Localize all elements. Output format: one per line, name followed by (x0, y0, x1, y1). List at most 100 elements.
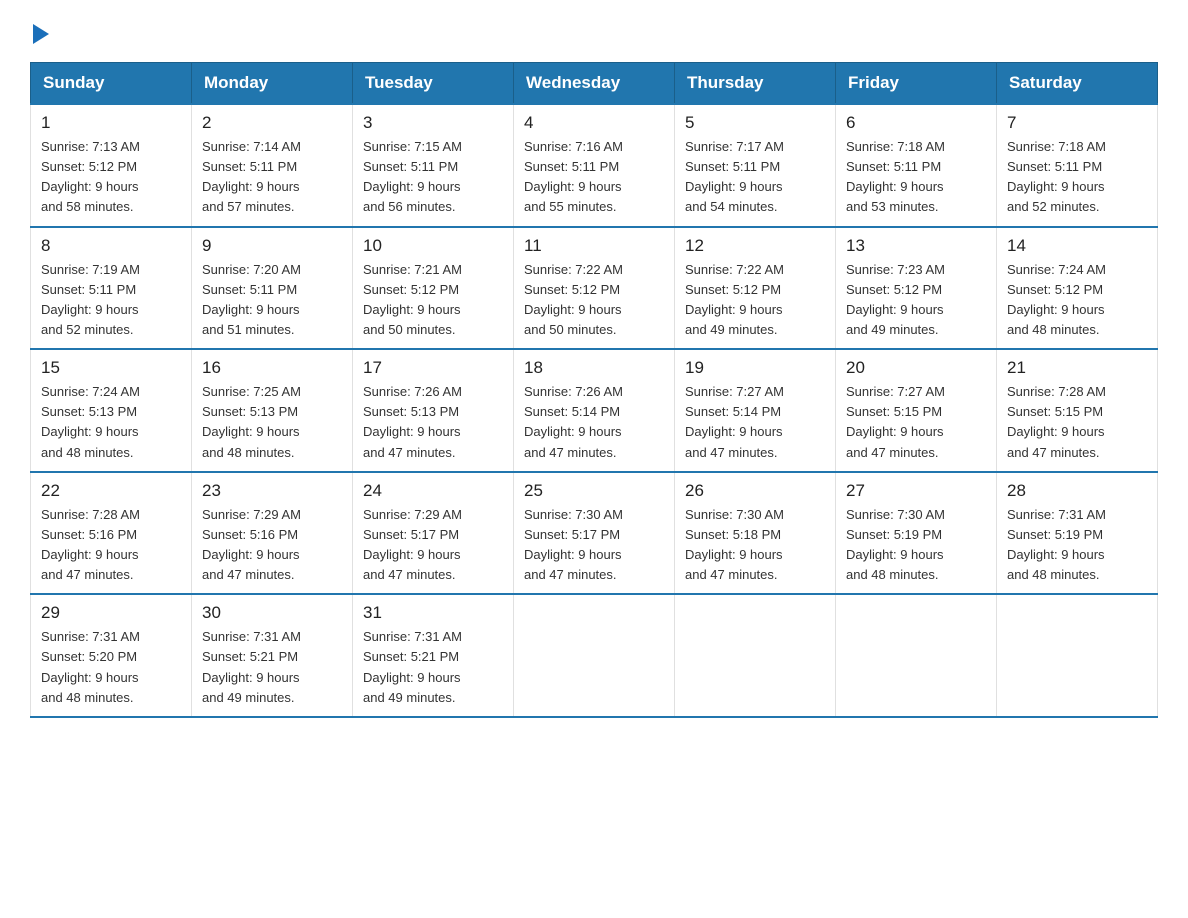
day-info: Sunrise: 7:28 AMSunset: 5:16 PMDaylight:… (41, 505, 181, 586)
calendar-day-cell: 24 Sunrise: 7:29 AMSunset: 5:17 PMDayligh… (353, 472, 514, 595)
calendar-header-monday: Monday (192, 63, 353, 105)
calendar-day-cell: 31 Sunrise: 7:31 AMSunset: 5:21 PMDayligh… (353, 594, 514, 717)
day-number: 15 (41, 358, 181, 378)
day-info: Sunrise: 7:13 AMSunset: 5:12 PMDaylight:… (41, 137, 181, 218)
day-number: 14 (1007, 236, 1147, 256)
calendar-header-row: SundayMondayTuesdayWednesdayThursdayFrid… (31, 63, 1158, 105)
day-info: Sunrise: 7:25 AMSunset: 5:13 PMDaylight:… (202, 382, 342, 463)
calendar-day-cell: 4Sunrise: 7:16 AMSunset: 5:11 PMDaylight… (514, 104, 675, 227)
day-info: Sunrise: 7:30 AMSunset: 5:17 PMDaylight:… (524, 505, 664, 586)
day-number: 12 (685, 236, 825, 256)
day-number: 10 (363, 236, 503, 256)
calendar-day-cell: 19 Sunrise: 7:27 AMSunset: 5:14 PMDayligh… (675, 349, 836, 472)
calendar-header-wednesday: Wednesday (514, 63, 675, 105)
day-number: 20 (846, 358, 986, 378)
day-info: Sunrise: 7:21 AMSunset: 5:12 PMDaylight:… (363, 260, 503, 341)
page-header (30, 20, 1158, 42)
calendar-header-tuesday: Tuesday (353, 63, 514, 105)
day-number: 28 (1007, 481, 1147, 501)
day-number: 27 (846, 481, 986, 501)
day-number: 1 (41, 113, 181, 133)
day-number: 31 (363, 603, 503, 623)
calendar-day-cell: 15 Sunrise: 7:24 AMSunset: 5:13 PMDayligh… (31, 349, 192, 472)
logo (30, 20, 49, 42)
calendar-empty-cell (675, 594, 836, 717)
day-number: 4 (524, 113, 664, 133)
calendar-day-cell: 16 Sunrise: 7:25 AMSunset: 5:13 PMDayligh… (192, 349, 353, 472)
day-number: 24 (363, 481, 503, 501)
day-info: Sunrise: 7:20 AMSunset: 5:11 PMDaylight:… (202, 260, 342, 341)
day-number: 6 (846, 113, 986, 133)
calendar-day-cell: 11 Sunrise: 7:22 AMSunset: 5:12 PMDayligh… (514, 227, 675, 350)
calendar-day-cell: 3 Sunrise: 7:15 AMSunset: 5:11 PMDaylight… (353, 104, 514, 227)
calendar-day-cell: 8Sunrise: 7:19 AMSunset: 5:11 PMDaylight… (31, 227, 192, 350)
day-info: Sunrise: 7:31 AMSunset: 5:19 PMDaylight:… (1007, 505, 1147, 586)
calendar-day-cell: 28 Sunrise: 7:31 AMSunset: 5:19 PMDayligh… (997, 472, 1158, 595)
day-number: 9 (202, 236, 342, 256)
day-number: 26 (685, 481, 825, 501)
day-info: Sunrise: 7:24 AMSunset: 5:13 PMDaylight:… (41, 382, 181, 463)
calendar-day-cell: 25Sunrise: 7:30 AMSunset: 5:17 PMDayligh… (514, 472, 675, 595)
day-number: 7 (1007, 113, 1147, 133)
day-info: Sunrise: 7:31 AMSunset: 5:21 PMDaylight:… (363, 627, 503, 708)
calendar-day-cell: 13Sunrise: 7:23 AMSunset: 5:12 PMDayligh… (836, 227, 997, 350)
calendar-week-row: 8Sunrise: 7:19 AMSunset: 5:11 PMDaylight… (31, 227, 1158, 350)
day-number: 21 (1007, 358, 1147, 378)
day-info: Sunrise: 7:17 AMSunset: 5:11 PMDaylight:… (685, 137, 825, 218)
day-number: 8 (41, 236, 181, 256)
day-info: Sunrise: 7:26 AMSunset: 5:14 PMDaylight:… (524, 382, 664, 463)
day-number: 23 (202, 481, 342, 501)
day-number: 30 (202, 603, 342, 623)
calendar-week-row: 22 Sunrise: 7:28 AMSunset: 5:16 PMDayligh… (31, 472, 1158, 595)
calendar-week-row: 29 Sunrise: 7:31 AMSunset: 5:20 PMDayligh… (31, 594, 1158, 717)
day-info: Sunrise: 7:27 AMSunset: 5:15 PMDaylight:… (846, 382, 986, 463)
calendar-week-row: 15 Sunrise: 7:24 AMSunset: 5:13 PMDayligh… (31, 349, 1158, 472)
calendar-day-cell: 21 Sunrise: 7:28 AMSunset: 5:15 PMDayligh… (997, 349, 1158, 472)
day-number: 3 (363, 113, 503, 133)
calendar-header-friday: Friday (836, 63, 997, 105)
day-info: Sunrise: 7:30 AMSunset: 5:19 PMDaylight:… (846, 505, 986, 586)
calendar-header-saturday: Saturday (997, 63, 1158, 105)
calendar-day-cell: 20 Sunrise: 7:27 AMSunset: 5:15 PMDayligh… (836, 349, 997, 472)
calendar-day-cell: 1 Sunrise: 7:13 AMSunset: 5:12 PMDaylight… (31, 104, 192, 227)
calendar-day-cell: 22 Sunrise: 7:28 AMSunset: 5:16 PMDayligh… (31, 472, 192, 595)
day-info: Sunrise: 7:31 AMSunset: 5:21 PMDaylight:… (202, 627, 342, 708)
calendar-header-thursday: Thursday (675, 63, 836, 105)
calendar-day-cell: 27 Sunrise: 7:30 AMSunset: 5:19 PMDayligh… (836, 472, 997, 595)
day-info: Sunrise: 7:30 AMSunset: 5:18 PMDaylight:… (685, 505, 825, 586)
day-number: 17 (363, 358, 503, 378)
day-number: 5 (685, 113, 825, 133)
calendar-empty-cell (997, 594, 1158, 717)
day-info: Sunrise: 7:29 AMSunset: 5:17 PMDaylight:… (363, 505, 503, 586)
day-info: Sunrise: 7:28 AMSunset: 5:15 PMDaylight:… (1007, 382, 1147, 463)
calendar-day-cell: 2Sunrise: 7:14 AMSunset: 5:11 PMDaylight… (192, 104, 353, 227)
calendar-empty-cell (836, 594, 997, 717)
day-number: 11 (524, 236, 664, 256)
calendar-day-cell: 18 Sunrise: 7:26 AMSunset: 5:14 PMDayligh… (514, 349, 675, 472)
calendar-day-cell: 6Sunrise: 7:18 AMSunset: 5:11 PMDaylight… (836, 104, 997, 227)
calendar-day-cell: 23 Sunrise: 7:29 AMSunset: 5:16 PMDayligh… (192, 472, 353, 595)
day-number: 2 (202, 113, 342, 133)
day-info: Sunrise: 7:18 AMSunset: 5:11 PMDaylight:… (1007, 137, 1147, 218)
calendar-day-cell: 10 Sunrise: 7:21 AMSunset: 5:12 PMDayligh… (353, 227, 514, 350)
calendar-day-cell: 9 Sunrise: 7:20 AMSunset: 5:11 PMDaylight… (192, 227, 353, 350)
day-number: 19 (685, 358, 825, 378)
calendar-day-cell: 29 Sunrise: 7:31 AMSunset: 5:20 PMDayligh… (31, 594, 192, 717)
day-number: 22 (41, 481, 181, 501)
calendar-day-cell: 26 Sunrise: 7:30 AMSunset: 5:18 PMDayligh… (675, 472, 836, 595)
calendar-day-cell: 7 Sunrise: 7:18 AMSunset: 5:11 PMDaylight… (997, 104, 1158, 227)
day-info: Sunrise: 7:29 AMSunset: 5:16 PMDaylight:… (202, 505, 342, 586)
calendar-day-cell: 14 Sunrise: 7:24 AMSunset: 5:12 PMDayligh… (997, 227, 1158, 350)
day-number: 18 (524, 358, 664, 378)
calendar-day-cell: 12Sunrise: 7:22 AMSunset: 5:12 PMDayligh… (675, 227, 836, 350)
day-info: Sunrise: 7:22 AMSunset: 5:12 PMDaylight:… (524, 260, 664, 341)
day-info: Sunrise: 7:31 AMSunset: 5:20 PMDaylight:… (41, 627, 181, 708)
day-info: Sunrise: 7:15 AMSunset: 5:11 PMDaylight:… (363, 137, 503, 218)
calendar-day-cell: 30 Sunrise: 7:31 AMSunset: 5:21 PMDayligh… (192, 594, 353, 717)
day-info: Sunrise: 7:24 AMSunset: 5:12 PMDaylight:… (1007, 260, 1147, 341)
day-info: Sunrise: 7:27 AMSunset: 5:14 PMDaylight:… (685, 382, 825, 463)
day-number: 16 (202, 358, 342, 378)
day-number: 29 (41, 603, 181, 623)
day-info: Sunrise: 7:23 AMSunset: 5:12 PMDaylight:… (846, 260, 986, 341)
logo-arrow-icon (33, 24, 49, 44)
